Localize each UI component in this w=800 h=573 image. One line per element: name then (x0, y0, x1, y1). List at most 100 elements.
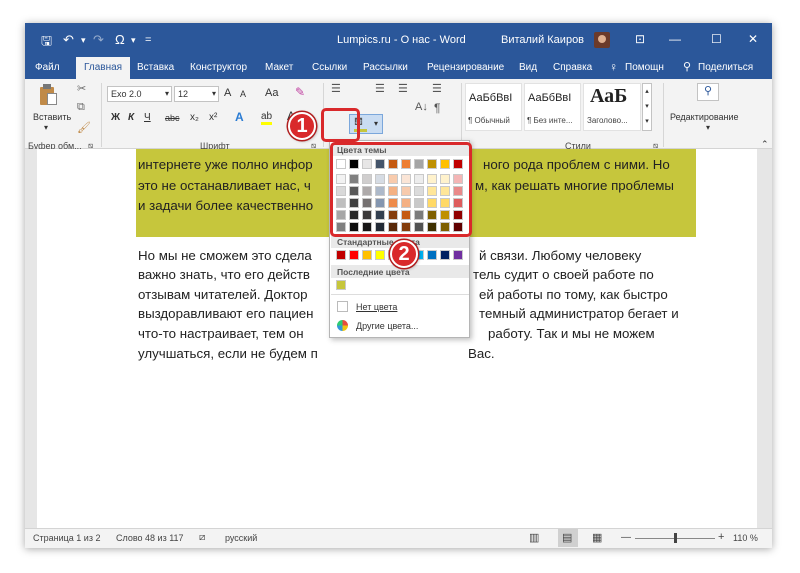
text-line: выздоравливают его пациен (138, 306, 314, 321)
format-painter-icon[interactable]: 🖌 (77, 121, 91, 134)
undo-icon[interactable]: ↶ (63, 32, 74, 48)
style-no-spacing-preview: АаБбВвІ (528, 92, 572, 104)
text-line: ного рода проблем с ними. Но (483, 157, 670, 172)
text-effects-icon[interactable]: A (235, 110, 244, 124)
superscript-button[interactable]: x² (209, 112, 217, 123)
sort-icon[interactable]: A↓ (415, 101, 428, 113)
maximize-icon[interactable]: ☐ (711, 32, 722, 46)
read-mode-icon[interactable]: ▥ (529, 531, 539, 544)
share-button[interactable]: Поделиться (698, 62, 753, 73)
ribbon-display-options-icon[interactable]: ⊡ (635, 32, 645, 46)
font-size-box[interactable]: 12 ▾ (174, 86, 219, 102)
bullets-icon[interactable]: ☰ (331, 82, 341, 95)
color-wheel-icon (337, 320, 348, 331)
share-person-icon[interactable]: ⚲ (683, 60, 691, 73)
color-swatch[interactable] (427, 250, 437, 260)
color-swatch[interactable] (336, 280, 346, 290)
no-color-item[interactable]: Нет цвета (334, 298, 466, 316)
omega-symbol-icon[interactable]: Ω (115, 32, 125, 47)
paste-button[interactable]: Вставить (33, 112, 71, 122)
style-normal[interactable]: АаБбВвІ ¶ Обычный (465, 83, 522, 131)
copy-icon[interactable]: ⧉ (77, 101, 85, 114)
tell-me-search[interactable]: Помощн (625, 62, 664, 73)
highlight-color-button[interactable]: ab (261, 111, 273, 125)
lightbulb-icon[interactable]: ♀ (609, 60, 618, 74)
text-line: й связи. Любому человеку (479, 248, 642, 263)
close-icon[interactable]: ✕ (748, 32, 758, 46)
tab-design[interactable]: Конструктор (190, 62, 247, 73)
ribbon: Вставить ▾ ✂ ⧉ 🖌 Буфер обм... ⧅ Exo 2.0 ▾… (25, 79, 772, 151)
tab-home[interactable]: Главная (76, 57, 131, 79)
grow-font-icon[interactable]: A (224, 87, 231, 99)
font-name-box[interactable]: Exo 2.0 ▾ (107, 86, 172, 102)
tab-mailings[interactable]: Рассылки (363, 62, 408, 73)
text-line: важно знать, что его действ (138, 267, 310, 282)
style-no-spacing[interactable]: АаБбВвІ ¶ Без инте... (524, 83, 581, 131)
zoom-out-icon[interactable]: — (621, 532, 631, 543)
zoom-in-icon[interactable]: + (718, 531, 724, 543)
text-line: темный администратор бегает и (479, 306, 679, 321)
zoom-level[interactable]: 110 % (733, 533, 758, 543)
tab-layout[interactable]: Макет (265, 62, 293, 73)
customize-qat-icon[interactable]: = (145, 34, 151, 46)
underline-button[interactable]: Ч (144, 112, 151, 123)
styles-scroll[interactable]: ▴ ▾ ▾ (642, 83, 652, 131)
document-title: Lumpics.ru - О нас - Word (337, 34, 466, 46)
ribbon-tabs: Файл Главная Вставка Конструктор Макет С… (25, 57, 772, 79)
undo-dropdown-icon[interactable]: ▾ (81, 35, 86, 46)
user-name[interactable]: Виталий Каиров (501, 34, 584, 46)
more-colors-item[interactable]: Другие цвета... (334, 317, 466, 335)
shrink-font-icon[interactable]: A (240, 89, 246, 99)
show-formatting-icon[interactable]: ¶ (434, 101, 440, 115)
color-swatch[interactable] (375, 250, 385, 260)
color-swatch[interactable] (440, 250, 450, 260)
tab-view[interactable]: Вид (519, 62, 537, 73)
color-swatch[interactable] (362, 250, 372, 260)
style-no-spacing-name: ¶ Без инте... (527, 116, 573, 125)
text-line: отзывам читателей. Доктор (138, 287, 308, 302)
paste-icon[interactable] (38, 83, 58, 107)
tab-file[interactable]: Файл (35, 62, 60, 73)
bold-button[interactable]: Ж (111, 112, 120, 123)
style-heading[interactable]: АаБ Заголово... (583, 83, 641, 131)
borders-icon[interactable]: ☰ (432, 82, 442, 95)
color-swatch[interactable] (336, 250, 346, 260)
language[interactable]: русский (225, 533, 257, 543)
save-icon[interactable]: 🖫 (41, 32, 52, 54)
print-layout-icon[interactable]: ▤ (562, 531, 572, 544)
find-icon[interactable]: ⚲ (697, 83, 719, 101)
avatar[interactable] (594, 32, 610, 48)
subscript-button[interactable]: x₂ (190, 112, 199, 123)
color-swatch[interactable] (453, 250, 463, 260)
tab-insert[interactable]: Вставка (137, 62, 174, 73)
web-layout-icon[interactable]: ▦ (592, 531, 602, 544)
paste-dropdown-icon[interactable]: ▾ (44, 123, 48, 132)
page-count[interactable]: Страница 1 из 2 (33, 533, 100, 543)
omega-dropdown-icon[interactable]: ▾ (131, 35, 136, 46)
italic-button[interactable]: К (128, 112, 134, 123)
proofing-icon[interactable]: ⧄ (199, 532, 205, 543)
editing-button[interactable]: Редактирование (670, 112, 739, 122)
editing-dropdown-icon[interactable]: ▾ (706, 123, 710, 132)
more-colors-label: Другие цвета... (356, 321, 419, 331)
strikethrough-button[interactable]: abc (165, 113, 180, 123)
tab-help[interactable]: Справка (553, 62, 592, 73)
minimize-icon[interactable]: — (669, 32, 681, 46)
text-line: это не останавливает нас, ч (138, 178, 311, 193)
line-spacing-icon[interactable]: ☰ (398, 82, 408, 95)
align-center-icon[interactable]: ☰ (375, 82, 385, 95)
clear-formatting-icon[interactable]: ✎ (295, 85, 305, 99)
vertical-scrollbar[interactable] (759, 149, 772, 528)
tab-review[interactable]: Рецензирование (427, 62, 504, 73)
tab-references[interactable]: Ссылки (312, 62, 347, 73)
style-heading-preview: АаБ (590, 85, 628, 107)
text-line: м, как решать многие проблемы (475, 178, 674, 193)
callout-step-1: 1 (288, 112, 316, 140)
word-count[interactable]: Слово 48 из 117 (116, 533, 184, 543)
redo-icon[interactable]: ↷ (93, 32, 104, 48)
change-case-icon[interactable]: Aa (265, 87, 278, 99)
zoom-slider[interactable] (635, 533, 715, 543)
color-swatch[interactable] (349, 250, 359, 260)
cut-icon[interactable]: ✂ (77, 82, 86, 95)
text-line: ей работы по тому, как быстро (479, 287, 668, 302)
